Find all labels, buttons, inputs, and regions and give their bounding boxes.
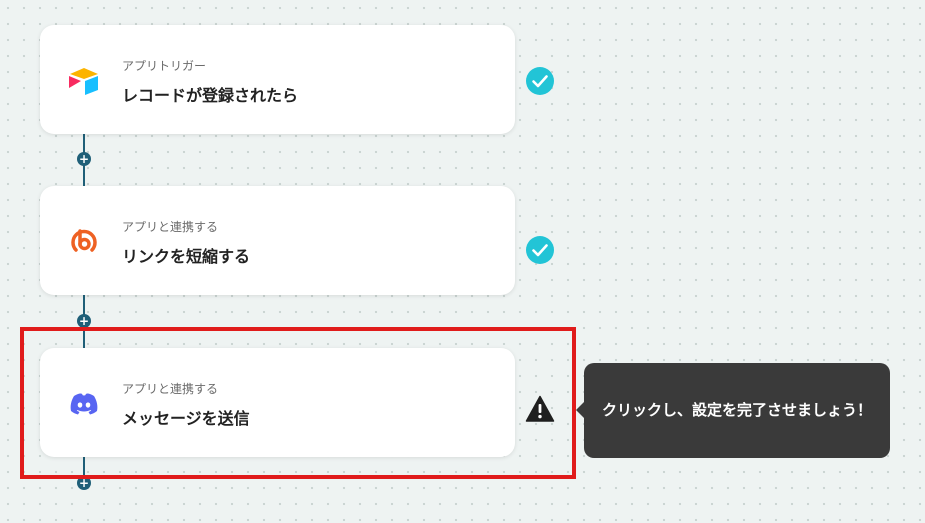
hint-tooltip: クリックし、設定を完了させましょう！	[576, 363, 890, 458]
flow-step-card-shorten-link[interactable]: アプリと連携する リンクを短縮する	[40, 186, 515, 295]
bitly-icon	[71, 229, 97, 252]
tooltip-text: クリックし、設定を完了させましょう！	[601, 401, 872, 419]
check-icon	[526, 236, 554, 264]
add-step-button[interactable]: +	[77, 152, 91, 166]
step-title: リンクを短縮する	[122, 247, 251, 266]
airtable-icon	[69, 68, 98, 95]
step-type-label: アプリトリガー	[122, 59, 207, 73]
check-icon	[526, 67, 554, 95]
add-step-button[interactable]: +	[77, 314, 91, 328]
flow-step-card-trigger[interactable]: アプリトリガー レコードが登録されたら	[40, 25, 515, 134]
step-title: レコードが登録されたら	[122, 86, 299, 105]
step-type-label: アプリと連携する	[122, 220, 219, 234]
highlight-frame	[20, 327, 576, 479]
